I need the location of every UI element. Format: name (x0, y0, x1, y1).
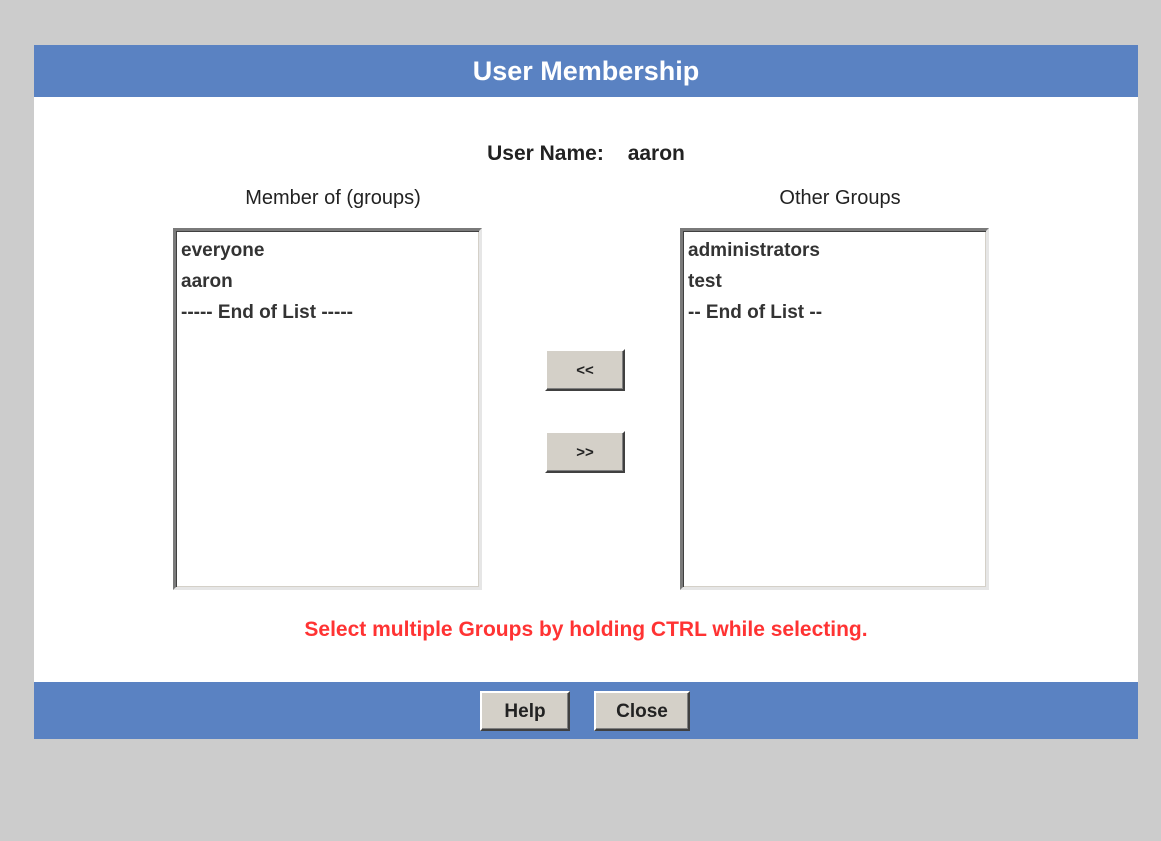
other-groups-listbox[interactable]: administrators test -- End of List -- (680, 228, 989, 590)
list-item[interactable]: everyone (181, 235, 474, 266)
footer-bar: Help Close (34, 682, 1138, 739)
close-button[interactable]: Close (594, 691, 690, 731)
multi-select-hint: Select multiple Groups by holding CTRL w… (304, 618, 868, 641)
list-item[interactable]: aaron (181, 266, 474, 297)
member-of-listbox[interactable]: everyone aaron ----- End of List ----- (173, 228, 482, 590)
list-end-marker[interactable]: ----- End of List ----- (181, 297, 474, 328)
add-to-groups-button[interactable]: << (545, 349, 625, 391)
remove-from-groups-button[interactable]: >> (545, 431, 625, 473)
user-membership-dialog: User Membership User Name: aaron Member … (34, 45, 1138, 739)
member-of-caption: Member of (groups) (245, 187, 421, 209)
dialog-title: User Membership (34, 45, 1138, 97)
user-name-row: User Name: aaron (34, 142, 1138, 166)
other-groups-caption: Other Groups (779, 187, 901, 209)
user-name-value: aaron (627, 142, 685, 165)
list-item[interactable]: test (688, 266, 981, 297)
help-button[interactable]: Help (480, 691, 570, 731)
list-end-marker[interactable]: -- End of List -- (688, 297, 981, 328)
user-name-label: User Name: (487, 142, 604, 165)
list-item[interactable]: administrators (688, 235, 981, 266)
